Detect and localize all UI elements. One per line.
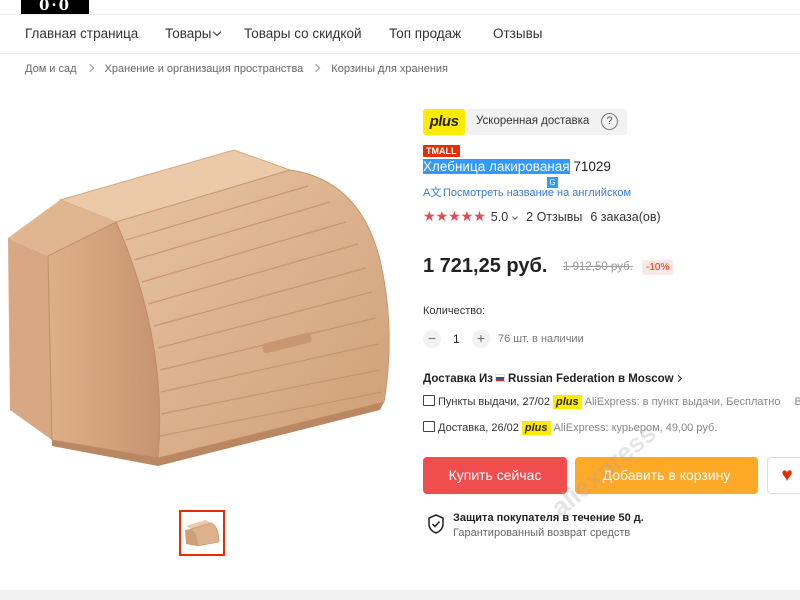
translate-title-text: Посмотреть название на английском [443,187,632,199]
russia-flag-icon [495,373,506,382]
chevron-down-icon [213,27,222,37]
plus-delivery-label: Ускоренная доставка [476,115,590,127]
delivery-destination: Russian Federation в Moscow [508,373,674,385]
delivery-prefix: Доставка Из [423,373,494,385]
product-thumbnail[interactable] [179,510,225,556]
rating-row: ★★★★★ 5.0 2 Отзывы 6 заказа(ов) [423,208,661,225]
courier-date: Доставка, 26/02 [438,422,519,434]
product-title-selected: Хлебница лакированая [423,159,570,174]
breadcrumb-item[interactable]: Дом и сад [25,63,77,75]
discount-badge: -10% [642,260,674,275]
chevron-down-icon [512,214,518,220]
reviews-link[interactable]: 2 Отзывы [526,210,582,224]
add-to-cart-button[interactable]: Добавить в корзину [575,457,758,494]
product-title: Хлебница лакированая 71029 [423,159,611,174]
buyer-protection-title: Защита покупателя в течение 50 д. [453,512,644,524]
product-title-suffix: 71029 [569,159,611,174]
wishlist-heart-button[interactable]: ♥ [767,457,800,494]
pickup-date: Пункты выдачи, 27/02 [438,396,550,408]
product-main-image[interactable] [8,140,400,470]
nav-home[interactable]: Главная страница [25,26,138,41]
thumbnail-image [185,520,220,547]
pickup-point-icon [423,395,435,406]
site-logo[interactable]: 0·0 [21,0,89,14]
quantity-decrease-button[interactable]: − [423,330,441,348]
nav-top-sales[interactable]: Топ продаж [389,26,461,41]
plus-badge: plus [423,109,465,135]
quantity-value[interactable]: 1 [453,332,460,346]
buy-now-button[interactable]: Купить сейчас [423,457,567,494]
tmall-badge: TMALL [423,145,460,157]
pickup-details: AliExpress: в пункт выдачи, Бесплатно [584,396,781,408]
nav-products[interactable]: Товары [165,26,222,41]
old-price: 1 912,50 руб. [563,261,633,273]
delivery-origin-selector[interactable]: Доставка Из Russian Federation в Moscow [423,373,682,385]
orders-count: 6 заказа(ов) [590,210,661,224]
chevron-right-icon [674,374,682,383]
plus-mini-badge: plus [521,421,551,435]
plus-mini-badge: plus [552,395,582,409]
rating-value[interactable]: 5.0 [491,210,508,224]
chevron-right-icon [312,63,321,73]
breadcrumb: Дом и сад Хранение и организация простран… [25,63,448,75]
plus-delivery-banner: plus Ускоренная доставка ? [423,109,627,135]
delivery-option-pickup[interactable]: Пункты выдачи, 27/02 plus AliExpress: в пу… [423,395,800,409]
courier-delivery-icon [423,421,435,432]
rating-stars-icon: ★★★★★ [423,208,486,224]
breadcrumb-item[interactable]: Корзины для хранения [331,63,448,75]
translate-title-link[interactable]: A文 Посмотреть название на английском [423,184,631,200]
stock-count: 76 шт. в наличии [498,333,584,345]
nav-discounts[interactable]: Товары со скидкой [244,26,362,41]
translate-icon: A文 [423,187,442,199]
nav-reviews[interactable]: Отзывы [493,26,542,41]
current-price: 1 721,25 руб. [423,255,548,277]
shield-check-icon [428,514,444,534]
courier-details: AliExpress: курьером, 49,00 руб. [553,422,718,434]
delivery-option-courier[interactable]: Доставка, 26/02 plus AliExpress: курьером,… [423,421,717,435]
breadcrumb-item[interactable]: Хранение и организация пространства [105,63,304,75]
help-icon[interactable]: ? [601,113,618,130]
quantity-increase-button[interactable]: + [472,330,490,348]
nav-products-label: Товары [165,26,212,41]
pickup-details-cut: Вы [794,396,800,408]
chevron-right-icon [85,63,94,73]
page-bottom-band [0,590,800,600]
top-navigation: Главная страница Товары Товары со скидко… [0,14,800,54]
buyer-protection-subtitle: Гарантированный возврат средств [453,527,631,539]
quantity-label: Количество: [423,305,486,317]
